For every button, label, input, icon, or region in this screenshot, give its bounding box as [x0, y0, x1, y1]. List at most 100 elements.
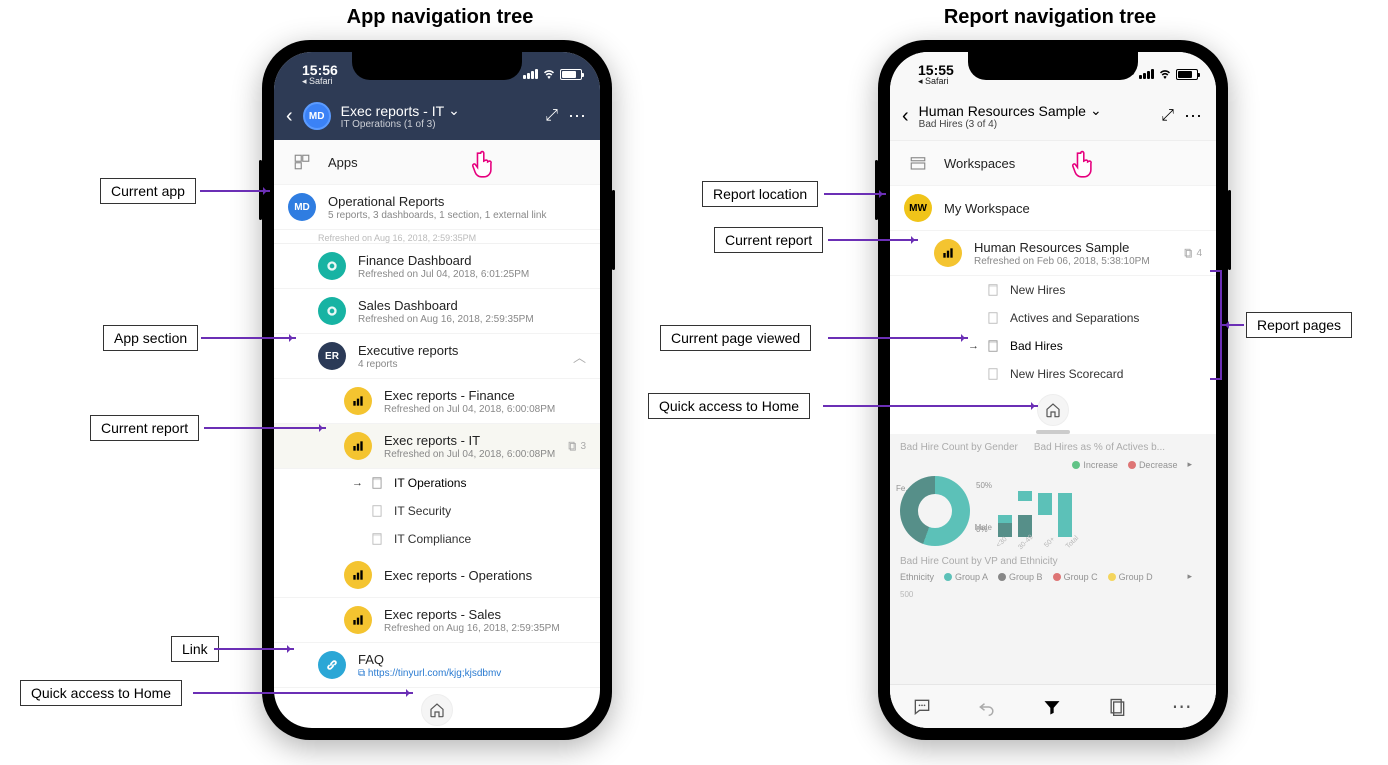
- callout-current-app: Current app: [100, 178, 196, 204]
- chart-title: Bad Hire Count by Gender: [900, 442, 1018, 453]
- callout-quick-home2: Quick access to Home: [648, 393, 810, 419]
- chart-title: Bad Hire Count by VP and Ethnicity: [900, 556, 1206, 567]
- lead-line: [193, 692, 413, 694]
- workspace-avatar: MW: [904, 194, 932, 222]
- more-icon[interactable]: ⋯: [568, 106, 588, 127]
- workspaces-icon: [904, 149, 932, 177]
- bottom-toolbar: ⋯: [890, 684, 1216, 728]
- phone-right: 15:55 ◂ Safari ➤ ‹ Human Resources Sampl…: [878, 40, 1228, 740]
- group-apps[interactable]: Apps: [274, 140, 600, 185]
- report-sub: Refreshed on Aug 16, 2018, 2:59:35PM: [384, 623, 586, 634]
- group-label: Workspaces: [944, 156, 1202, 171]
- apps-icon: [288, 148, 316, 176]
- section-sub: 4 reports: [358, 359, 561, 370]
- report-title: Exec reports - Operations: [384, 568, 586, 583]
- status-time: 15:56: [302, 63, 338, 77]
- workspace-row[interactable]: MW My Workspace: [890, 186, 1216, 231]
- report-sales[interactable]: Exec reports - Sales Refreshed on Aug 16…: [274, 598, 600, 643]
- page-it-compliance[interactable]: IT Compliance: [274, 525, 600, 553]
- more-icon[interactable]: ⋯: [1172, 694, 1194, 719]
- header-avatar[interactable]: MD: [303, 102, 331, 130]
- chevron-down-icon: ⌄: [1090, 102, 1102, 119]
- callout-app-section: App section: [103, 325, 198, 351]
- header-subtitle: IT Operations (1 of 3): [341, 119, 536, 130]
- home-pill: [890, 388, 1216, 428]
- header-subtitle: Bad Hires (3 of 4): [919, 119, 1152, 130]
- section-executive[interactable]: ER Executive reports 4 reports ︿: [274, 334, 600, 379]
- group-workspaces[interactable]: Workspaces: [890, 141, 1216, 186]
- home-pill: [274, 688, 600, 728]
- page-it-operations[interactable]: → IT Operations: [274, 469, 600, 497]
- page-icon: [986, 367, 1000, 381]
- lead-line: [828, 337, 968, 339]
- report-icon: [344, 432, 372, 460]
- wifi-icon: [1158, 69, 1172, 79]
- chevron-down-icon: ⌄: [448, 102, 460, 119]
- report-icon: [344, 606, 372, 634]
- app-avatar: MD: [288, 193, 316, 221]
- callout-current-report: Current report: [90, 415, 199, 441]
- filter-icon[interactable]: [1042, 697, 1062, 717]
- report-sub: Refreshed on Jul 04, 2018, 6:00:08PM: [384, 449, 555, 460]
- pages-icon[interactable]: [1107, 697, 1127, 717]
- dashboard-finance[interactable]: Finance Dashboard Refreshed on Jul 04, 2…: [274, 244, 600, 289]
- expand-icon[interactable]: ⤢: [545, 107, 558, 125]
- page-label: IT Compliance: [394, 532, 471, 546]
- lead-line: [1222, 324, 1244, 326]
- header-title-dropdown[interactable]: Human Resources Sample⌄ Bad Hires (3 of …: [919, 102, 1152, 130]
- report-icon: [344, 561, 372, 589]
- report-icon: [934, 239, 962, 267]
- back-button[interactable]: ‹: [902, 105, 909, 128]
- screen-right: 15:55 ◂ Safari ➤ ‹ Human Resources Sampl…: [890, 52, 1216, 728]
- chevron-right-icon[interactable]: ▸: [1187, 459, 1192, 470]
- more-icon[interactable]: ⋯: [1184, 106, 1204, 127]
- nav-tree: Apps MD Operational Reports 5 reports, 3…: [274, 140, 600, 728]
- home-button[interactable]: [1037, 394, 1069, 426]
- back-button[interactable]: ‹: [286, 105, 293, 128]
- status-safari-back[interactable]: ◂ Safari: [302, 77, 338, 86]
- page-new-hires[interactable]: New Hires: [890, 276, 1216, 304]
- page-icon: [370, 504, 384, 518]
- home-icon: [1045, 402, 1061, 418]
- lead-line: [828, 239, 918, 241]
- current-app-row[interactable]: MD Operational Reports 5 reports, 3 dash…: [274, 185, 600, 230]
- home-button[interactable]: [421, 694, 453, 726]
- report-title: Exec reports - Finance: [384, 388, 586, 403]
- link-faq[interactable]: FAQ ⧉ https://tinyurl.com/kjg;kjsdbmv: [274, 643, 600, 688]
- callout-quick-home: Quick access to Home: [20, 680, 182, 706]
- dashboard-icon: [318, 297, 346, 325]
- page-label: New Hires: [1010, 283, 1065, 297]
- current-page-arrow-icon: →: [968, 340, 979, 352]
- page-it-security[interactable]: IT Security: [274, 497, 600, 525]
- callout-link: Link: [171, 636, 219, 662]
- legend-item: Group B: [1009, 572, 1043, 582]
- partial-row: Refreshed on Aug 16, 2018, 2:59:35PM: [274, 230, 600, 244]
- report-finance[interactable]: Exec reports - Finance Refreshed on Jul …: [274, 379, 600, 424]
- page-label: IT Security: [394, 504, 451, 518]
- signal-icon: [523, 69, 538, 79]
- dashboard-sales[interactable]: Sales Dashboard Refreshed on Aug 16, 201…: [274, 289, 600, 334]
- axis-label: Total: [1064, 534, 1079, 549]
- nav-header: ‹ MD Exec reports - IT⌄ IT Operations (1…: [274, 96, 600, 140]
- axis-label: 50%: [976, 481, 992, 490]
- legend-item: Decrease: [1139, 460, 1178, 470]
- page-icon: [370, 532, 384, 546]
- workspace-title: My Workspace: [944, 201, 1202, 216]
- undo-icon[interactable]: [977, 697, 997, 717]
- nav-header: ‹ Human Resources Sample⌄ Bad Hires (3 o…: [890, 96, 1216, 141]
- page-scorecard[interactable]: New Hires Scorecard: [890, 360, 1216, 388]
- report-hr-sample[interactable]: Human Resources Sample Refreshed on Feb …: [890, 231, 1216, 276]
- page-label: Actives and Separations: [1010, 311, 1139, 325]
- title-left: App navigation tree: [310, 6, 570, 29]
- callout-current-report2: Current report: [714, 227, 823, 253]
- battery-icon: [1176, 69, 1198, 80]
- status-safari-back[interactable]: ◂ Safari: [918, 77, 954, 86]
- report-operations[interactable]: Exec reports - Operations: [274, 553, 600, 598]
- page-icon: [370, 476, 384, 490]
- expand-icon[interactable]: ⤢: [1161, 107, 1174, 125]
- page-actives-separations[interactable]: Actives and Separations: [890, 304, 1216, 332]
- chevron-right-icon[interactable]: ▸: [1187, 571, 1192, 582]
- comment-icon[interactable]: [912, 697, 932, 717]
- chevron-up-icon: ︿: [573, 347, 586, 366]
- header-title-dropdown[interactable]: Exec reports - IT⌄ IT Operations (1 of 3…: [341, 102, 536, 130]
